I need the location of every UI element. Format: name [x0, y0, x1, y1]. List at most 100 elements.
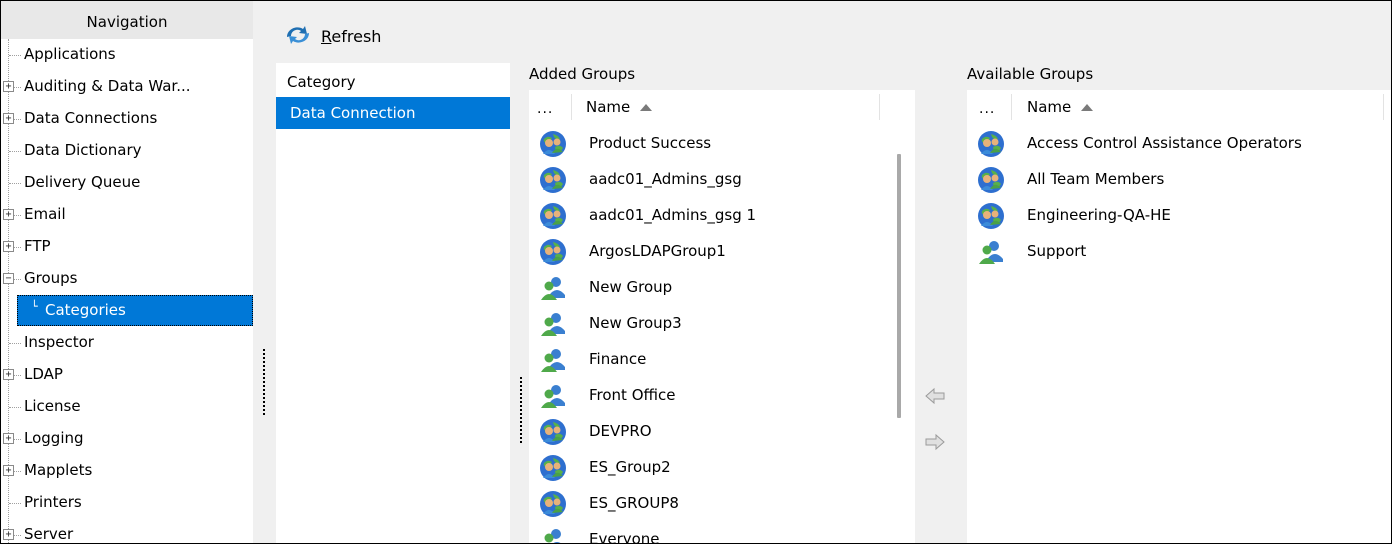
- group-row[interactable]: All Team Members: [967, 162, 1391, 198]
- added-groups-title: Added Groups: [529, 65, 636, 83]
- tree-item-label: Groups: [24, 269, 78, 287]
- tree-item-ftp[interactable]: + FTP: [1, 231, 253, 262]
- local-group-icon: [541, 277, 565, 300]
- added-groups-scrollbar[interactable]: [897, 154, 901, 418]
- category-item-data-connection[interactable]: Data Connection: [276, 97, 510, 129]
- expand-icon[interactable]: +: [3, 369, 14, 380]
- tree-item-label: Mapplets: [24, 461, 93, 479]
- group-row[interactable]: Finance: [529, 342, 915, 378]
- arrow-left-icon[interactable]: [925, 387, 945, 405]
- tree-item-applications[interactable]: Applications: [1, 39, 253, 70]
- tree-item-label: License: [24, 397, 81, 415]
- group-row[interactable]: Front Office: [529, 378, 915, 414]
- group-row[interactable]: aadc01_Admins_gsg: [529, 162, 915, 198]
- group-row[interactable]: Support: [967, 234, 1391, 270]
- tree-item-license[interactable]: License: [1, 391, 253, 422]
- navigation-splitter[interactable]: [263, 349, 265, 415]
- group-name: ES_GROUP8: [589, 494, 679, 512]
- group-row[interactable]: Everyone: [529, 522, 915, 544]
- column-name-header[interactable]: Name: [1027, 98, 1094, 116]
- navigation-title: Navigation: [86, 13, 168, 31]
- expand-icon[interactable]: +: [3, 209, 14, 220]
- tree-item-label: Data Dictionary: [24, 141, 142, 159]
- category-header: Category: [287, 73, 356, 91]
- tree-item-label: Logging: [24, 429, 84, 447]
- tree-item-data-connections[interactable]: + Data Connections: [1, 103, 253, 134]
- tree-item-data-dictionary[interactable]: Data Dictionary: [1, 135, 253, 166]
- group-row[interactable]: New Group3: [529, 306, 915, 342]
- ldap-group-icon: [540, 491, 566, 517]
- group-name: ArgosLDAPGroup1: [589, 242, 726, 260]
- sort-ascending-icon: [1081, 104, 1094, 111]
- ldap-group-icon: [978, 131, 1004, 157]
- category-list: Category Data Connection: [276, 63, 510, 543]
- local-group-icon: [979, 241, 1003, 264]
- refresh-icon: [287, 26, 309, 44]
- group-row[interactable]: Access Control Assistance Operators: [967, 126, 1391, 162]
- ldap-group-icon: [540, 203, 566, 229]
- added-groups-grid: ... Name Product Success aadc01_Admins_gs…: [529, 90, 915, 544]
- column-name-header[interactable]: Name: [586, 98, 653, 116]
- group-name: New Group3: [589, 314, 682, 332]
- ldap-group-icon: [978, 167, 1004, 193]
- tree-item-label: LDAP: [24, 365, 63, 383]
- tree-item-email[interactable]: + Email: [1, 199, 253, 230]
- collapse-icon[interactable]: −: [3, 273, 14, 284]
- navigation-tree: Applications + Auditing & Data War... + …: [1, 39, 253, 543]
- group-row[interactable]: Engineering-QA-HE: [967, 198, 1391, 234]
- tree-item-label: Applications: [24, 45, 116, 63]
- tree-item-logging[interactable]: + Logging: [1, 423, 253, 454]
- tree-item-label: Email: [24, 205, 66, 223]
- tree-item-delivery-queue[interactable]: Delivery Queue: [1, 167, 253, 198]
- group-name: Everyone: [589, 530, 660, 544]
- tree-item-label: FTP: [24, 237, 51, 255]
- group-row[interactable]: ES_GROUP8: [529, 486, 915, 522]
- tree-item-mapplets[interactable]: + Mapplets: [1, 455, 253, 486]
- group-row[interactable]: DEVPRO: [529, 414, 915, 450]
- ldap-group-icon: [540, 131, 566, 157]
- tree-item-label: Printers: [24, 493, 82, 511]
- available-groups-header: ... Name: [967, 90, 1391, 124]
- group-name: All Team Members: [1027, 170, 1165, 188]
- group-row[interactable]: aadc01_Admins_gsg 1: [529, 198, 915, 234]
- tree-item-label: Categories: [45, 301, 126, 319]
- available-groups-grid: ... Name Access Control Assistance Opera…: [967, 90, 1391, 543]
- expand-icon[interactable]: +: [3, 465, 14, 476]
- expand-icon[interactable]: +: [3, 81, 14, 92]
- group-name: Finance: [589, 350, 647, 368]
- tree-item-inspector[interactable]: Inspector: [1, 327, 253, 358]
- group-name: Access Control Assistance Operators: [1027, 134, 1302, 152]
- group-row[interactable]: ArgosLDAPGroup1: [529, 234, 915, 270]
- arrow-right-icon[interactable]: [925, 433, 945, 451]
- tree-item-categories[interactable]: └ Categories: [1, 295, 253, 326]
- local-group-icon: [541, 313, 565, 336]
- group-name: DEVPRO: [589, 422, 652, 440]
- group-name: Product Success: [589, 134, 712, 152]
- local-group-icon: [544, 529, 561, 543]
- tree-item-label: Auditing & Data War...: [24, 77, 191, 95]
- expand-icon[interactable]: +: [3, 113, 14, 124]
- column-more[interactable]: ...: [979, 101, 995, 117]
- group-row[interactable]: ES_Group2: [529, 450, 915, 486]
- group-name: aadc01_Admins_gsg: [589, 170, 742, 188]
- tree-item-auditing[interactable]: + Auditing & Data War...: [1, 71, 253, 102]
- tree-branch-icon: └: [31, 300, 38, 313]
- group-row[interactable]: New Group: [529, 270, 915, 306]
- main-window: Navigation Applications + Auditing & Dat…: [0, 0, 1392, 544]
- category-splitter[interactable]: [520, 377, 522, 443]
- tree-item-label: Data Connections: [24, 109, 158, 127]
- expand-icon[interactable]: +: [3, 529, 14, 540]
- tree-item-server[interactable]: + Server: [1, 519, 253, 543]
- group-name: Front Office: [589, 386, 676, 404]
- expand-icon[interactable]: +: [3, 433, 14, 444]
- tree-item-groups[interactable]: − Groups: [1, 263, 253, 294]
- expand-icon[interactable]: +: [3, 241, 14, 252]
- tree-item-ldap[interactable]: + LDAP: [1, 359, 253, 390]
- tree-item-label: Inspector: [24, 333, 94, 351]
- ldap-group-icon: [978, 203, 1004, 229]
- group-row[interactable]: Product Success: [529, 126, 915, 162]
- added-groups-header: ... Name: [529, 90, 915, 124]
- column-more[interactable]: ...: [537, 101, 553, 117]
- category-item-label: Data Connection: [290, 104, 416, 122]
- tree-item-printers[interactable]: Printers: [1, 487, 253, 518]
